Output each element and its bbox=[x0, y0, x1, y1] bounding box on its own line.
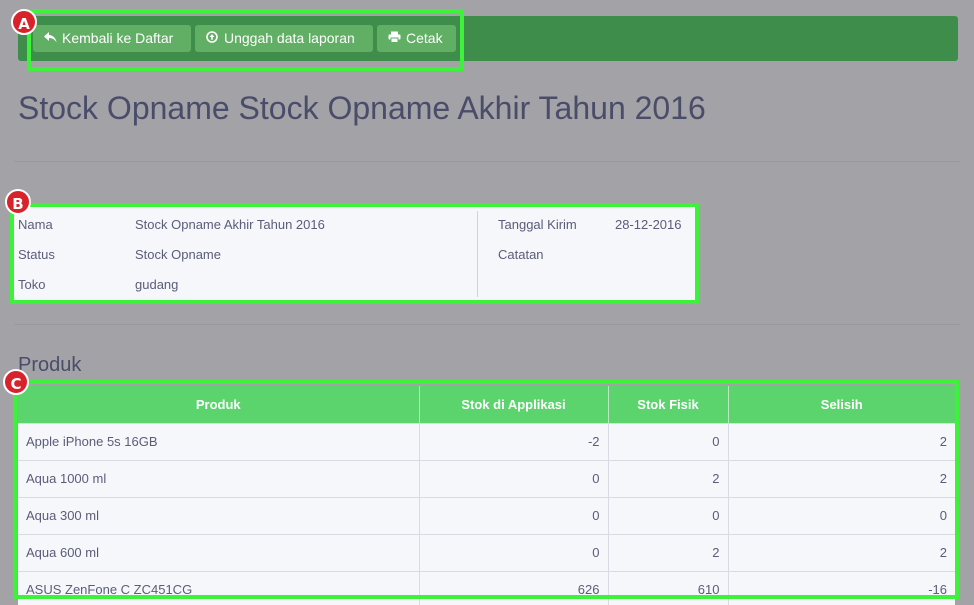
page-title: Stock Opname Stock Opname Akhir Tahun 20… bbox=[18, 90, 706, 126]
divider bbox=[14, 161, 960, 162]
highlight-box-a bbox=[27, 9, 464, 71]
marker-b: B bbox=[5, 189, 31, 215]
divider bbox=[14, 324, 960, 325]
highlight-box-b bbox=[10, 203, 699, 304]
marker-a: A bbox=[11, 9, 37, 35]
produk-section-title: Produk bbox=[18, 354, 82, 376]
highlight-box-c bbox=[13, 380, 959, 599]
marker-c: C bbox=[3, 369, 29, 395]
